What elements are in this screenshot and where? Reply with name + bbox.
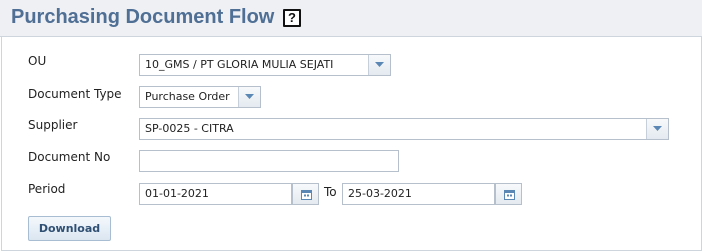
period-to-input[interactable]: 25-03-2021 — [342, 183, 495, 205]
document-type-dropdown-trigger[interactable] — [238, 87, 260, 107]
ou-dropdown-trigger[interactable] — [368, 55, 390, 75]
supplier-dropdown-trigger[interactable] — [646, 119, 668, 139]
period-from-input[interactable]: 01-01-2021 — [139, 183, 292, 205]
period-to-label: To — [324, 185, 337, 199]
supplier-value: SP-0025 - CITRA — [145, 122, 234, 135]
period-to-value: 25-03-2021 — [348, 187, 412, 200]
document-type-label: Document Type — [28, 87, 122, 101]
period-from-calendar-button[interactable] — [292, 183, 319, 205]
document-no-label: Document No — [28, 150, 111, 164]
ou-select[interactable]: 10_GMS / PT GLORIA MULIA SEJATI — [139, 54, 391, 76]
document-type-value: Purchase Order — [145, 90, 230, 103]
page-header: Purchasing Document Flow ? — [0, 0, 702, 37]
period-label: Period — [28, 182, 66, 196]
document-no-input[interactable] — [139, 150, 399, 172]
chevron-down-icon — [653, 126, 662, 131]
period-to-calendar-button[interactable] — [495, 183, 522, 205]
supplier-select[interactable]: SP-0025 - CITRA — [139, 118, 669, 140]
calendar-icon — [504, 190, 515, 200]
document-type-select[interactable]: Purchase Order — [139, 86, 261, 108]
period-from-value: 01-01-2021 — [145, 187, 209, 200]
supplier-label: Supplier — [28, 118, 78, 132]
page-title: Purchasing Document Flow — [11, 6, 275, 28]
ou-label: OU — [28, 54, 47, 68]
calendar-icon — [301, 190, 312, 200]
chevron-down-icon — [375, 62, 384, 67]
download-button[interactable]: Download — [28, 216, 111, 241]
ou-value: 10_GMS / PT GLORIA MULIA SEJATI — [145, 58, 334, 71]
chevron-down-icon — [245, 94, 254, 99]
help-icon[interactable]: ? — [283, 9, 301, 27]
